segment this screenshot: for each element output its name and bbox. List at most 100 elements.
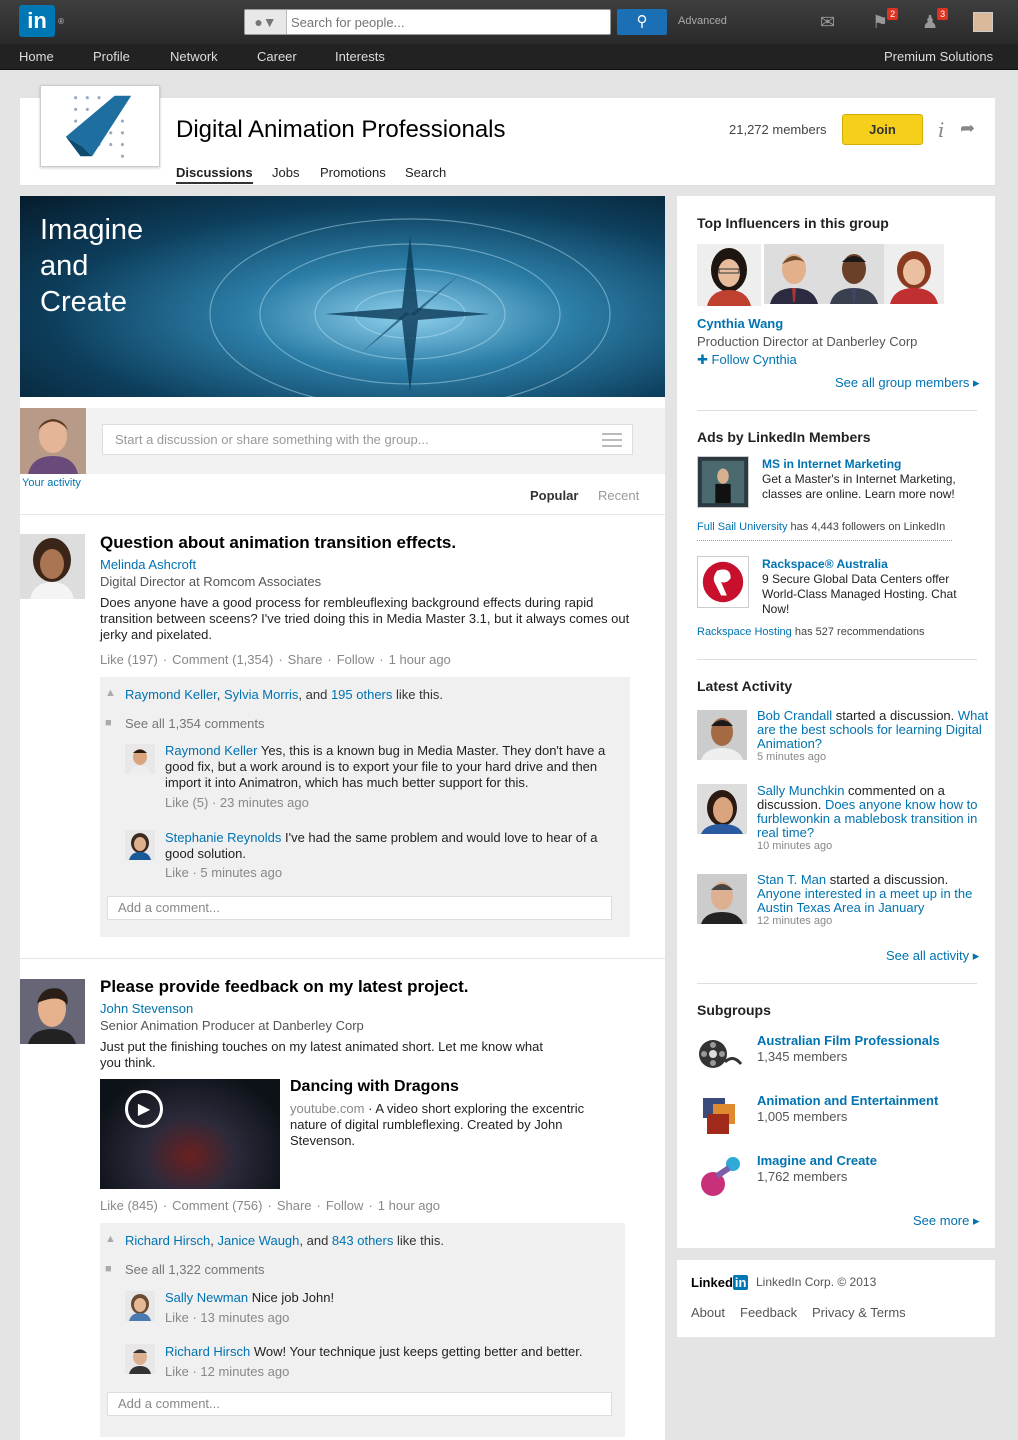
post-author[interactable]: John Stevenson — [100, 1001, 193, 1016]
search-button[interactable]: ⚲ — [617, 9, 667, 35]
add-connections-icon[interactable]: ♟ 3 — [922, 8, 949, 33]
divider — [697, 659, 977, 660]
activity-avatar[interactable] — [697, 710, 747, 760]
linkedin-logo[interactable]: in ® — [19, 5, 64, 37]
follow-influencer-link[interactable]: ✚ Follow Cynthia — [697, 352, 797, 368]
share-action[interactable]: Share — [277, 1198, 312, 1213]
comment-meta[interactable]: Like · 12 minutes ago — [165, 1364, 289, 1379]
influencer-avatar[interactable] — [764, 244, 824, 304]
post-actions: Like (845) · Comment (756) · Share · Follow · 1 … — [100, 1198, 440, 1213]
post-author[interactable]: Melinda Ashcroft — [100, 557, 196, 572]
plus-icon: ✚ — [697, 352, 708, 367]
post-title[interactable]: Question about animation transition effe… — [100, 533, 456, 553]
profile-avatar[interactable] — [973, 12, 993, 32]
comment-action[interactable]: Comment (1,354) — [172, 652, 273, 667]
subgroup-name[interactable]: Animation and Entertainment — [757, 1093, 938, 1108]
film-reel-icon — [697, 1034, 743, 1074]
nav-interests[interactable]: Interests — [335, 49, 385, 64]
comment-meta[interactable]: Like · 13 minutes ago — [165, 1310, 289, 1325]
see-all-comments-link[interactable]: See all 1,322 comments — [125, 1262, 264, 1277]
subgroups-heading: Subgroups — [697, 1002, 771, 1018]
notifications-flag-icon[interactable]: ⚑ 2 — [872, 8, 899, 33]
people-search-type-icon[interactable]: ●▼ — [245, 10, 287, 34]
subgroup-count: 1,762 members — [757, 1169, 848, 1184]
subgroup-name[interactable]: Australian Film Professionals — [757, 1033, 940, 1048]
commenter-avatar[interactable] — [125, 744, 155, 774]
linkedin-footer-logo[interactable]: Linked in — [691, 1275, 749, 1290]
advanced-search-link[interactable]: Advanced — [678, 15, 727, 27]
tab-promotions[interactable]: Promotions — [320, 165, 386, 180]
divider — [20, 514, 665, 515]
activity-avatar[interactable] — [697, 784, 747, 834]
share-action[interactable]: Share — [288, 652, 323, 667]
influencer-avatar[interactable] — [697, 244, 761, 306]
add-comment-input[interactable]: Add a comment... — [107, 896, 612, 920]
video-title[interactable]: Dancing with Dragons — [290, 1078, 459, 1096]
tab-discussions[interactable]: Discussions — [176, 165, 253, 184]
divider — [697, 410, 977, 411]
likes-summary: Raymond Keller, Sylvia Morris, and 195 o… — [125, 687, 443, 702]
see-all-members-link[interactable]: See all group members ▸ — [835, 375, 980, 391]
ad-title[interactable]: MS in Internet Marketing — [762, 457, 901, 471]
tab-search[interactable]: Search — [405, 165, 446, 180]
follow-action[interactable]: Follow — [337, 652, 375, 667]
commenter-avatar[interactable] — [125, 1344, 155, 1374]
influencer-avatar[interactable] — [884, 244, 944, 304]
comment-text: Richard Hirsch Wow! Your technique just … — [165, 1344, 583, 1359]
share-arrow-icon[interactable]: ➦ — [960, 118, 975, 139]
footer-privacy-link[interactable]: Privacy & Terms — [812, 1305, 906, 1320]
subgroup-name[interactable]: Imagine and Create — [757, 1153, 877, 1168]
your-avatar[interactable] — [20, 408, 86, 474]
ad-image[interactable] — [697, 556, 749, 608]
influencer-name[interactable]: Cynthia Wang — [697, 316, 783, 331]
top-bar: in® ●▼ ⚲ Advanced ✉ ⚑2 ♟3 — [0, 0, 1018, 44]
add-comment-input[interactable]: Add a comment... — [107, 1392, 612, 1416]
sort-popular-tab[interactable]: Popular — [530, 488, 578, 503]
nav-network[interactable]: Network — [170, 49, 218, 64]
play-icon[interactable]: ▶ — [125, 1090, 163, 1128]
ad-image[interactable] — [697, 456, 749, 508]
post-author-avatar[interactable] — [20, 979, 85, 1044]
nav-home[interactable]: Home — [19, 49, 54, 64]
footer-about-link[interactable]: About — [691, 1305, 725, 1320]
comment-meta[interactable]: Like (5) · 23 minutes ago — [165, 795, 309, 810]
nav-profile[interactable]: Profile — [93, 49, 130, 64]
see-more-subgroups-link[interactable]: See more ▸ — [913, 1213, 980, 1229]
your-activity-link[interactable]: Your activity — [22, 477, 81, 489]
info-icon[interactable]: i — [938, 118, 944, 142]
post-author-avatar[interactable] — [20, 534, 85, 599]
commenter-avatar[interactable] — [125, 830, 155, 860]
activity-avatar[interactable] — [697, 874, 747, 924]
ad-footer: Rackspace Hosting has 527 recommendation… — [697, 626, 925, 638]
video-thumbnail[interactable]: ▶ — [100, 1079, 280, 1189]
activity-text: Bob Crandall started a discussion. What … — [757, 708, 989, 751]
activity-time: 12 minutes ago — [757, 915, 833, 927]
divider — [20, 958, 665, 959]
thumbs-up-icon: ▲ — [105, 687, 116, 699]
notification-badge: 2 — [887, 8, 899, 20]
commenter-avatar[interactable] — [125, 1291, 155, 1321]
comment-meta[interactable]: Like · 5 minutes ago — [165, 865, 282, 880]
search-input[interactable] — [291, 10, 601, 34]
like-action[interactable]: Like (845) — [100, 1198, 158, 1213]
sort-recent-tab[interactable]: Recent — [598, 488, 639, 503]
join-button[interactable]: Join — [842, 114, 923, 145]
messages-icon[interactable]: ✉ — [820, 12, 835, 33]
share-box: Start a discussion or share something wi… — [20, 408, 665, 474]
comment-action[interactable]: Comment (756) — [172, 1198, 262, 1213]
like-action[interactable]: Like (197) — [100, 652, 158, 667]
see-all-activity-link[interactable]: See all activity ▸ — [886, 948, 979, 964]
tab-jobs[interactable]: Jobs — [272, 165, 299, 180]
share-discussion-input[interactable]: Start a discussion or share something wi… — [102, 424, 633, 455]
nav-premium[interactable]: Premium Solutions — [884, 49, 993, 64]
influencer-avatar[interactable] — [824, 244, 884, 304]
post-actions: Like (197) · Comment (1,354) · Share · Follow ·… — [100, 652, 451, 667]
main-nav: Home Profile Network Career Interests Pr… — [0, 44, 1018, 70]
nav-career[interactable]: Career — [257, 49, 297, 64]
ad-title[interactable]: Rackspace® Australia — [762, 557, 888, 571]
post-title[interactable]: Please provide feedback on my latest pro… — [100, 977, 468, 997]
see-all-comments-link[interactable]: See all 1,354 comments — [125, 716, 264, 731]
follow-action[interactable]: Follow — [326, 1198, 364, 1213]
group-logo — [40, 85, 160, 167]
footer-feedback-link[interactable]: Feedback — [740, 1305, 797, 1320]
